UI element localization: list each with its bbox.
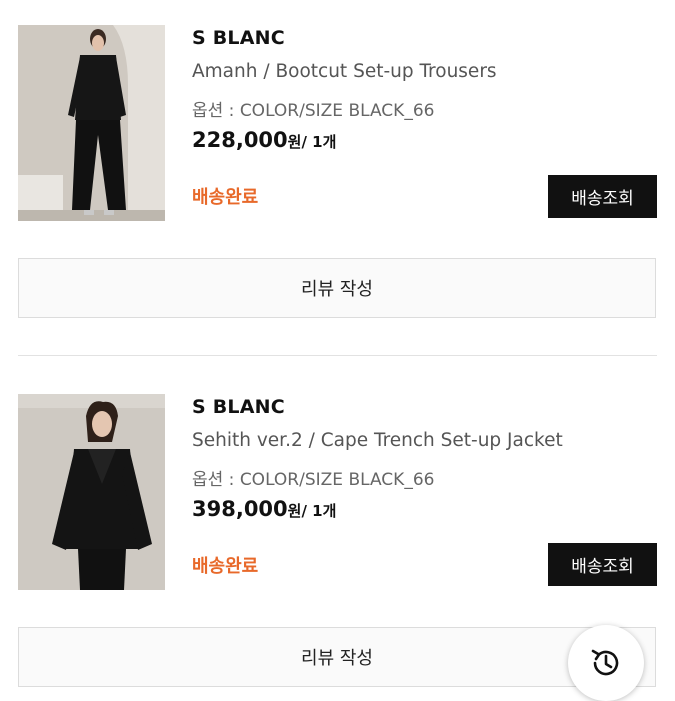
write-review-button[interactable]: 리뷰 작성 bbox=[18, 258, 656, 318]
product-name[interactable]: Amanh / Bootcut Set-up Trousers bbox=[192, 61, 497, 82]
delivery-status: 배송완료 bbox=[192, 187, 259, 208]
quantity: / 1개 bbox=[301, 502, 337, 520]
product-image[interactable] bbox=[18, 394, 165, 590]
product-image[interactable] bbox=[18, 25, 165, 221]
price-value: 398,000 bbox=[192, 497, 288, 521]
divider bbox=[18, 355, 657, 356]
product-name[interactable]: Sehith ver.2 / Cape Trench Set-up Jacket bbox=[192, 430, 563, 451]
write-review-button[interactable]: 리뷰 작성 bbox=[18, 627, 656, 687]
brand-name: S BLANC bbox=[192, 396, 285, 418]
track-shipment-button[interactable]: 배송조회 bbox=[548, 543, 657, 586]
product-photo-trousers bbox=[18, 25, 165, 221]
price-value: 228,000 bbox=[192, 128, 288, 152]
track-shipment-button[interactable]: 배송조회 bbox=[548, 175, 657, 218]
quantity: / 1개 bbox=[301, 133, 337, 151]
brand-name: S BLANC bbox=[192, 27, 285, 49]
history-clock-icon bbox=[591, 649, 619, 676]
price-currency: 원 bbox=[287, 502, 302, 520]
product-option: 옵션 : COLOR/SIZE BLACK_66 bbox=[192, 101, 435, 121]
product-option: 옵션 : COLOR/SIZE BLACK_66 bbox=[192, 470, 435, 490]
price-currency: 원 bbox=[287, 133, 302, 151]
recent-history-button[interactable] bbox=[568, 625, 644, 701]
price-line: 398,000원/ 1개 bbox=[192, 497, 336, 521]
product-photo-jacket bbox=[18, 394, 165, 590]
price-line: 228,000원/ 1개 bbox=[192, 128, 336, 152]
delivery-status: 배송완료 bbox=[192, 556, 259, 577]
